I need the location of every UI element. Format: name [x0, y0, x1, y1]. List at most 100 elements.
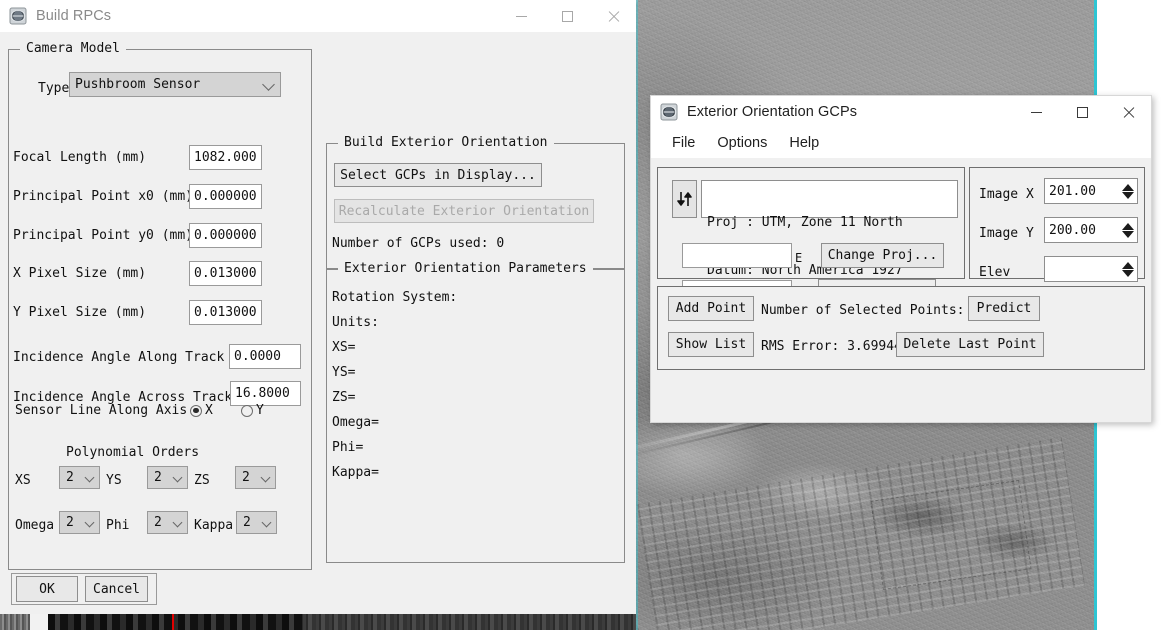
strip-segment-noise: [303, 614, 636, 630]
image-y-stepper[interactable]: [1120, 219, 1135, 241]
incidence-along-track-input[interactable]: 0.0000: [229, 344, 301, 369]
image-x-stepper[interactable]: [1120, 180, 1135, 202]
app-globe-icon: [660, 103, 678, 121]
poly-ys-label: YS: [106, 473, 122, 488]
y-pixel-size-value: 0.013000: [194, 305, 257, 320]
show-list-button[interactable]: Show List: [668, 332, 754, 357]
select-gcps-button[interactable]: Select GCPs in Display...: [334, 163, 542, 187]
chevron-down-icon: [172, 472, 183, 482]
change-projection-button[interactable]: Change Proj...: [821, 243, 944, 268]
gcps-title: Exterior Orientation GCPs: [687, 104, 858, 120]
build-rpcs-window: Build RPCs Camera Model Type Pushbroom S…: [0, 0, 636, 614]
chevron-down-icon: [84, 472, 95, 482]
menu-help[interactable]: Help: [778, 132, 830, 154]
close-icon[interactable]: [590, 0, 636, 32]
delete-last-point-label: Delete Last Point: [903, 337, 1037, 352]
projection-line: Proj : UTM, Zone 11 North: [707, 215, 903, 230]
strip-marker-line: [172, 614, 174, 630]
add-point-button[interactable]: Add Point: [668, 296, 754, 321]
principal-point-x0-input[interactable]: 0.000000: [189, 184, 262, 209]
chevron-up-icon: [1121, 261, 1134, 269]
build-rpcs-title: Build RPCs: [36, 8, 112, 24]
selected-points-text: Number of Selected Points: 12: [761, 303, 988, 318]
x-pixel-size-label: X Pixel Size (mm): [13, 266, 147, 281]
predict-label: Predict: [976, 301, 1032, 316]
gcps-used-text: Number of GCPs used: 0: [332, 236, 505, 251]
minimize-icon[interactable]: [498, 0, 544, 32]
build-rpcs-titlebar[interactable]: Build RPCs: [0, 0, 636, 32]
poly-xs-label: XS: [15, 473, 31, 488]
swap-arrows-icon[interactable]: [672, 180, 697, 218]
show-list-label: Show List: [675, 337, 747, 352]
poly-kappa-select[interactable]: 2: [236, 511, 277, 534]
poly-zs-value: 2: [242, 470, 250, 485]
image-y-value: 200.00: [1049, 222, 1096, 238]
poly-zs-select[interactable]: 2: [235, 466, 276, 489]
predict-button[interactable]: Predict: [968, 296, 1040, 321]
x-pixel-size-input[interactable]: 0.013000: [189, 261, 262, 286]
close-icon[interactable]: [1105, 96, 1151, 128]
principal-point-x0-value: 0.000000: [194, 189, 257, 204]
build-rpcs-window-controls: [498, 0, 636, 32]
poly-phi-select[interactable]: 2: [147, 511, 188, 534]
poly-omega-select[interactable]: 2: [59, 511, 100, 534]
image-x-label: Image X: [979, 187, 1034, 202]
maximize-icon[interactable]: [1059, 96, 1105, 128]
principal-point-y0-value: 0.000000: [194, 228, 257, 243]
param-omega: Omega=: [332, 415, 379, 430]
param-kappa: Kappa=: [332, 465, 379, 480]
chevron-down-icon: [172, 517, 183, 527]
poly-phi-value: 2: [154, 515, 162, 530]
build-rpcs-body: Camera Model Type Pushbroom Sensor Focal…: [0, 32, 636, 614]
delete-last-point-button[interactable]: Delete Last Point: [896, 332, 1044, 357]
chevron-down-icon: [262, 77, 275, 91]
ok-button-label: OK: [39, 581, 55, 597]
sensor-axis-radio-x[interactable]: X: [190, 403, 213, 418]
chevron-down-icon: [1121, 269, 1134, 277]
sensor-axis-x-label: X: [205, 403, 213, 418]
chevron-up-icon: [1121, 222, 1134, 230]
cancel-button[interactable]: Cancel: [85, 576, 148, 602]
principal-point-y0-input[interactable]: 0.000000: [189, 223, 262, 248]
camera-type-select[interactable]: Pushbroom Sensor: [69, 72, 281, 97]
principal-point-y0-label: Principal Point y0 (mm): [13, 228, 194, 243]
menu-options[interactable]: Options: [706, 132, 778, 154]
image-x-input[interactable]: 201.00: [1044, 178, 1138, 204]
chevron-down-icon: [1121, 230, 1134, 238]
focal-length-value: 1082.000: [194, 150, 257, 165]
screen-root: Build RPCs Camera Model Type Pushbroom S…: [0, 0, 1162, 630]
sensor-axis-y-label: Y: [256, 403, 264, 418]
easting-input[interactable]: [682, 243, 792, 268]
menu-file[interactable]: File: [661, 132, 706, 154]
focal-length-label: Focal Length (mm): [13, 150, 147, 165]
poly-xs-value: 2: [66, 470, 74, 485]
poly-ys-select[interactable]: 2: [147, 466, 188, 489]
image-y-input[interactable]: 200.00: [1044, 217, 1138, 243]
select-gcps-button-label: Select GCPs in Display...: [340, 167, 536, 183]
elev-stepper[interactable]: [1120, 258, 1135, 280]
chevron-down-icon: [260, 472, 271, 482]
viewport-left-border: [636, 0, 638, 630]
poly-zs-label: ZS: [194, 473, 210, 488]
strip-segment-bars: [48, 614, 303, 630]
sensor-axis-radio-y[interactable]: Y: [241, 403, 264, 418]
poly-omega-label: Omega: [15, 518, 55, 533]
elev-input[interactable]: [1044, 256, 1138, 282]
camera-type-value: Pushbroom Sensor: [75, 77, 201, 92]
exterior-orientation-gcps-window: Exterior Orientation GCPs File Options H…: [650, 95, 1152, 423]
focal-length-input[interactable]: 1082.000: [189, 145, 262, 170]
gcps-titlebar[interactable]: Exterior Orientation GCPs: [651, 96, 1151, 128]
minimize-icon[interactable]: [1013, 96, 1059, 128]
y-pixel-size-label: Y Pixel Size (mm): [13, 305, 147, 320]
principal-point-x0-label: Principal Point x0 (mm): [13, 189, 194, 204]
maximize-icon[interactable]: [544, 0, 590, 32]
bottom-image-strip: [0, 614, 636, 630]
poly-xs-select[interactable]: 2: [59, 466, 100, 489]
ok-button[interactable]: OK: [16, 576, 78, 602]
poly-kappa-value: 2: [243, 515, 251, 530]
chevron-down-icon: [1121, 191, 1134, 199]
exterior-orientation-parameters-group-title: Exterior Orientation Parameters: [338, 261, 593, 276]
projection-info-box: Proj : UTM, Zone 11 North Datum: North A…: [701, 180, 958, 278]
change-projection-label: Change Proj...: [827, 248, 938, 263]
y-pixel-size-input[interactable]: 0.013000: [189, 300, 262, 325]
